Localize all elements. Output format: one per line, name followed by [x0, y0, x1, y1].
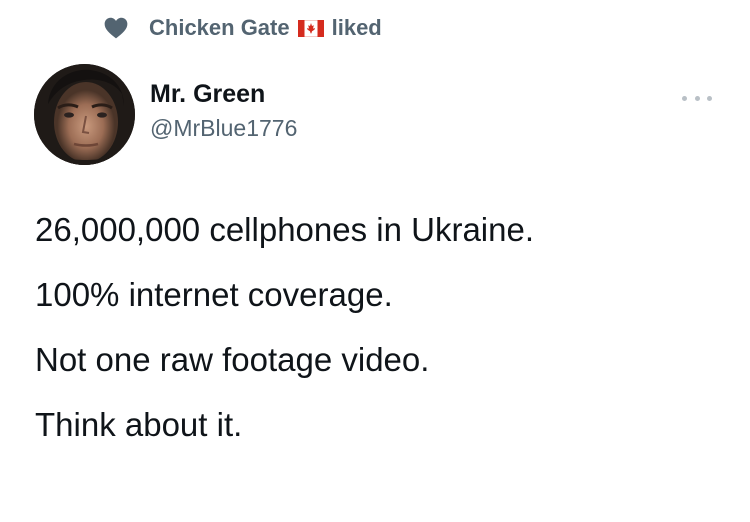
- display-name[interactable]: Mr. Green: [150, 78, 297, 110]
- tweet-line: 26,000,000 cellphones in Ukraine.: [35, 211, 535, 248]
- tweet-text: 26,000,000 cellphones in Ukraine. 100% i…: [35, 210, 725, 470]
- canada-flag-icon: [297, 19, 324, 37]
- more-options-icon[interactable]: [682, 92, 712, 104]
- heart-icon: [103, 15, 129, 41]
- more-dot: [682, 95, 687, 101]
- tweet-line: Not one raw footage video.: [35, 341, 430, 378]
- liker-name[interactable]: Chicken Gate: [149, 15, 290, 41]
- more-dot: [694, 95, 700, 101]
- social-context[interactable]: Chicken Gate liked: [103, 12, 382, 44]
- user-handle[interactable]: @MrBlue1776: [150, 112, 297, 144]
- tweet-line: 100% internet coverage.: [35, 276, 393, 313]
- more-dot: [707, 95, 712, 101]
- avatar[interactable]: [34, 64, 135, 165]
- context-action-label: liked: [331, 15, 382, 40]
- user-info: Mr. Green @MrBlue1776: [150, 78, 297, 144]
- tweet-line: Think about it.: [35, 406, 243, 443]
